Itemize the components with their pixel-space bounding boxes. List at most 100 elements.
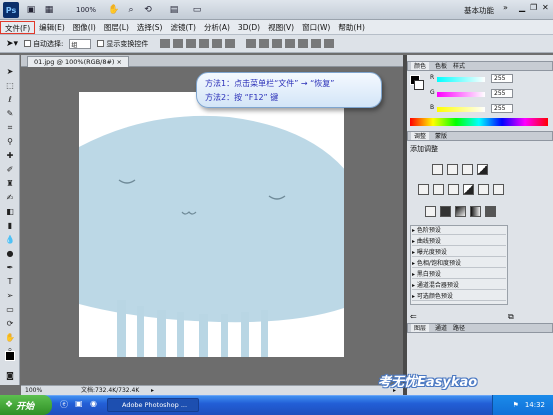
auto-select-option[interactable]: 自动选择: [24, 39, 63, 49]
posterize-icon[interactable] [440, 206, 451, 217]
tab-color[interactable]: 颜色 [411, 62, 430, 70]
workspace-switcher[interactable]: 基本功能 [464, 5, 494, 16]
vibrance-icon[interactable] [418, 184, 429, 195]
type-tool-icon[interactable]: T [4, 277, 16, 287]
preset-levels[interactable]: ▸ 色阶预设 [412, 227, 506, 235]
close-document-icon[interactable]: × [117, 58, 122, 66]
start-button[interactable]: ❖ 开始 [0, 395, 52, 415]
blur-tool-icon[interactable]: 💧 [4, 235, 16, 245]
history-brush-tool-icon[interactable]: ✍ [4, 193, 16, 203]
tab-layers[interactable]: 图层 [411, 324, 430, 332]
color-balance-icon[interactable] [448, 184, 459, 195]
distribute-hcenter-icon[interactable] [298, 39, 309, 48]
menu-help[interactable]: 帮助(H) [334, 21, 369, 34]
marquee-tool-icon[interactable]: ⬚ [4, 81, 16, 91]
g-value-input[interactable]: 255 [491, 89, 513, 98]
quick-mask-icon[interactable]: ◙ [4, 371, 16, 381]
tab-paths[interactable]: 路径 [453, 324, 465, 332]
eraser-tool-icon[interactable]: ◧ [4, 207, 16, 217]
status-menu-icon[interactable]: ▸ [151, 386, 154, 395]
minibridge-icon[interactable]: ▦ [42, 3, 56, 17]
rotate-view-icon[interactable]: ⟲ [142, 3, 154, 17]
zoom-tool-icon[interactable]: ⌕ [125, 3, 137, 17]
preset-curves[interactable]: ▸ 曲线预设 [412, 238, 506, 246]
tab-styles[interactable]: 样式 [453, 62, 465, 70]
align-hcenter-icon[interactable] [212, 39, 223, 48]
menu-3d[interactable]: 3D(D) [234, 21, 264, 34]
b-slider[interactable] [437, 107, 485, 112]
align-bottom-icon[interactable] [186, 39, 197, 48]
auto-align-icon[interactable] [324, 39, 335, 48]
restore-icon[interactable]: ❐ [530, 3, 537, 12]
distribute-vcenter-icon[interactable] [259, 39, 270, 48]
threshold-icon[interactable] [455, 206, 466, 217]
hue-saturation-icon[interactable] [433, 184, 444, 195]
minimize-icon[interactable]: ▁ [519, 3, 525, 12]
zoom-level-select[interactable]: 100% [74, 3, 98, 17]
menu-edit[interactable]: 编辑(E) [35, 21, 69, 34]
clone-stamp-tool-icon[interactable]: ♜ [4, 179, 16, 189]
preset-black-white[interactable]: ▸ 黑白预设 [412, 271, 506, 279]
healing-brush-tool-icon[interactable]: ✚ [4, 151, 16, 161]
photo-filter-icon[interactable] [478, 184, 489, 195]
hand-tool-icon[interactable]: ✋ [108, 3, 120, 17]
b-value-input[interactable]: 255 [491, 104, 513, 113]
photoshop-task-button[interactable]: Adobe Photoshop ... [107, 398, 199, 412]
return-to-list-icon[interactable]: ⇐ [410, 312, 417, 321]
distribute-bottom-icon[interactable] [272, 39, 283, 48]
workspace-dropdown-icon[interactable]: » [503, 3, 508, 12]
gradient-map-icon[interactable] [470, 206, 481, 217]
auto-select-checkbox[interactable] [24, 40, 32, 47]
menu-window[interactable]: 窗口(W) [298, 21, 334, 34]
ie-quicklaunch-icon[interactable]: ⓔ [60, 399, 68, 410]
distribute-right-icon[interactable] [311, 39, 322, 48]
selective-color-icon[interactable] [485, 206, 496, 217]
brightness-contrast-icon[interactable] [432, 164, 443, 175]
channel-mixer-icon[interactable] [493, 184, 504, 195]
align-top-icon[interactable] [160, 39, 171, 48]
preset-hue-saturation[interactable]: ▸ 色相/饱和度预设 [412, 260, 506, 268]
crop-tool-icon[interactable]: ⌗ [4, 123, 16, 133]
preset-channel-mixer[interactable]: ▸ 通道混合器预设 [412, 282, 506, 290]
hand-tool-icon[interactable]: ✋ [4, 333, 16, 343]
path-select-tool-icon[interactable]: ➢ [4, 291, 16, 301]
r-value-input[interactable]: 255 [491, 74, 513, 83]
move-tool-preset-icon[interactable]: ➤▾ [6, 39, 18, 49]
tab-adjustments[interactable]: 调整 [411, 132, 430, 140]
show-transform-option[interactable]: 显示变换控件 [97, 39, 148, 49]
show-transform-checkbox[interactable] [97, 40, 105, 47]
media-quicklaunch-icon[interactable]: ◉ [90, 399, 97, 408]
tab-channels[interactable]: 通道 [435, 324, 447, 332]
r-slider[interactable] [437, 77, 485, 82]
image-canvas[interactable] [79, 92, 344, 357]
tray-network-icon[interactable]: ⚑ [513, 401, 519, 409]
pen-tool-icon[interactable]: ✒ [4, 263, 16, 273]
dodge-tool-icon[interactable]: ● [4, 249, 16, 259]
color-spectrum-ramp[interactable] [410, 118, 548, 126]
tab-swatches[interactable]: 色板 [435, 62, 447, 70]
levels-icon[interactable] [447, 164, 458, 175]
brush-tool-icon[interactable]: ✐ [4, 165, 16, 175]
shape-tool-icon[interactable]: ▭ [4, 305, 16, 315]
bridge-icon[interactable]: ▣ [24, 3, 38, 17]
eyedropper-tool-icon[interactable]: ⚲ [4, 137, 16, 147]
auto-select-target-select[interactable]: 组 [69, 38, 92, 49]
move-tool-icon[interactable]: ➤ [4, 67, 16, 77]
invert-icon[interactable] [425, 206, 436, 217]
foreground-color-swatch[interactable] [5, 351, 15, 361]
menu-view[interactable]: 视图(V) [264, 21, 298, 34]
align-left-icon[interactable] [199, 39, 210, 48]
align-vcenter-icon[interactable] [173, 39, 184, 48]
preset-selective-color[interactable]: ▸ 可选颜色预设 [412, 293, 506, 301]
screen-mode-icon[interactable]: ▭ [190, 3, 204, 17]
preset-exposure[interactable]: ▸ 曝光度预设 [412, 249, 506, 257]
align-right-icon[interactable] [225, 39, 236, 48]
close-icon[interactable]: ✕ [542, 3, 549, 12]
color-panel-background[interactable] [414, 80, 424, 90]
status-zoom[interactable]: 100% [25, 386, 42, 395]
gradient-tool-icon[interactable]: ▮ [4, 221, 16, 231]
3d-rotate-tool-icon[interactable]: ⟳ [4, 319, 16, 329]
black-white-icon[interactable] [463, 184, 474, 195]
g-slider[interactable] [437, 92, 485, 97]
arrange-documents-icon[interactable]: ▤ [167, 3, 181, 17]
